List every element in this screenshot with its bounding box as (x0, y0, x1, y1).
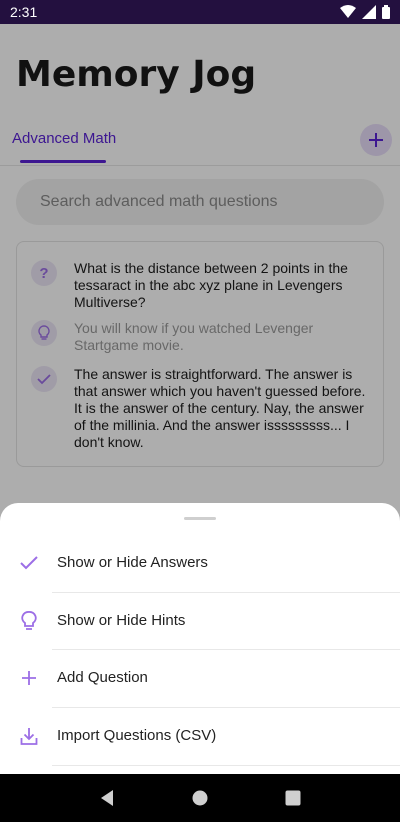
menu-item-import-csv[interactable]: Import Questions (CSV) (0, 707, 400, 764)
menu-item-label: Import Questions (CSV) (57, 727, 217, 744)
menu-item-add-question[interactable]: Add Question (0, 649, 400, 706)
status-icons (340, 5, 390, 19)
signal-icon (362, 5, 376, 19)
bottom-sheet: Show or Hide Answers Show or Hide Hints … (0, 503, 400, 774)
check-icon (18, 552, 40, 574)
lightbulb-icon (18, 610, 40, 632)
menu-item-toggle-answers[interactable]: Show or Hide Answers (0, 534, 400, 591)
menu-item-toggle-hints[interactable]: Show or Hide Hints (0, 592, 400, 649)
back-icon[interactable] (99, 789, 115, 807)
plus-icon (18, 667, 40, 689)
download-icon (18, 725, 40, 747)
navigation-bar (0, 774, 400, 822)
status-bar: 2:31 (0, 0, 400, 24)
battery-icon (382, 5, 390, 19)
menu-item-label: Show or Hide Answers (57, 554, 208, 571)
drag-handle[interactable] (184, 517, 216, 520)
divider (52, 765, 400, 766)
status-time: 2:31 (10, 4, 38, 20)
home-icon[interactable] (192, 790, 208, 806)
recents-icon[interactable] (285, 790, 301, 806)
menu-item-label: Show or Hide Hints (57, 612, 186, 629)
wifi-icon (340, 5, 356, 18)
menu-item-label: Add Question (57, 669, 148, 686)
